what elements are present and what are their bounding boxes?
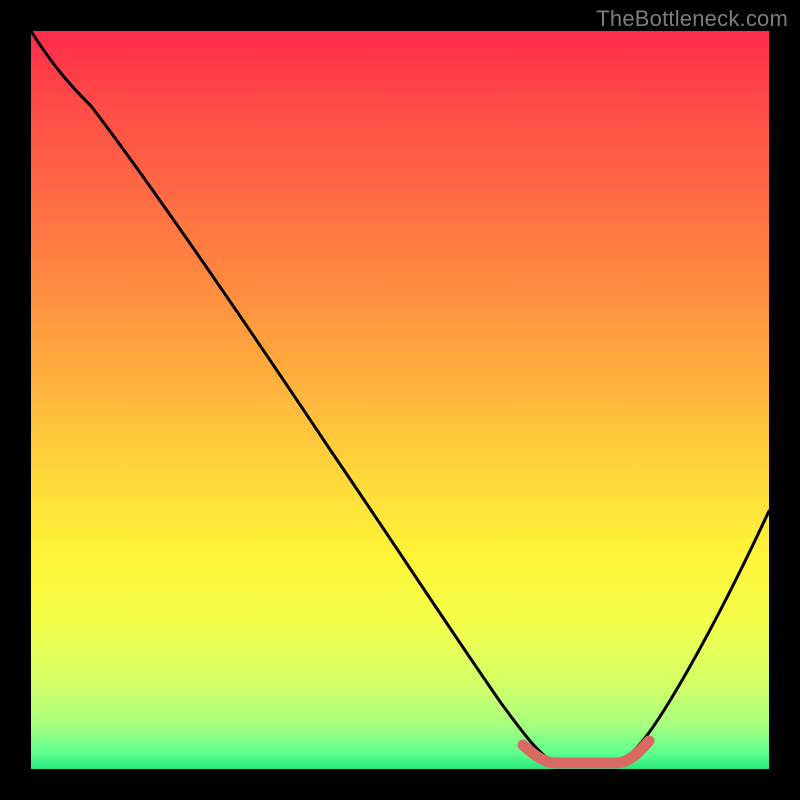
bottleneck-curve: [31, 31, 769, 763]
watermark-text: TheBottleneck.com: [596, 6, 788, 32]
plot-area: [31, 31, 769, 769]
chart-frame: TheBottleneck.com: [0, 0, 800, 800]
curve-layer: [31, 31, 769, 769]
